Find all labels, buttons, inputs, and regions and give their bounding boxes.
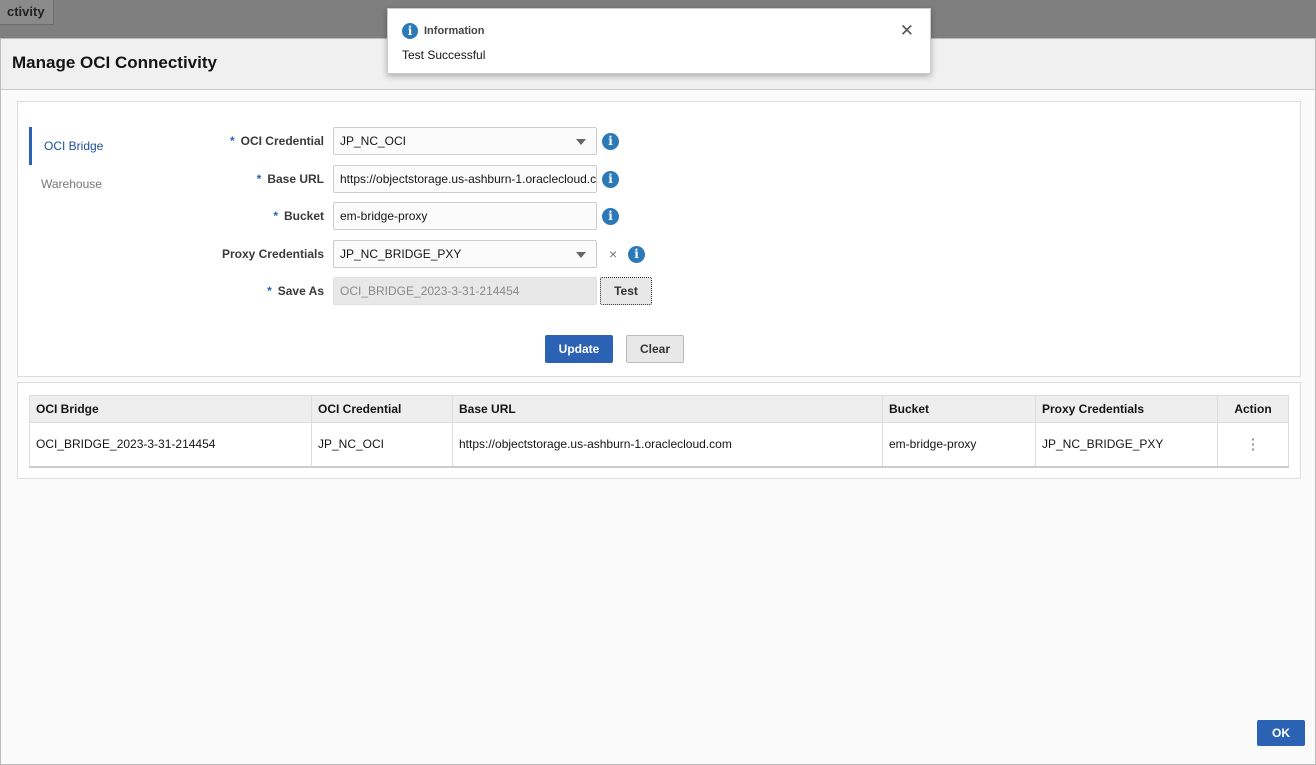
required-marker: * — [229, 134, 235, 148]
info-icon[interactable]: i — [602, 170, 619, 188]
bridges-table-panel: OCI Bridge OCI Credential Base URL Bucke… — [17, 382, 1301, 479]
chevron-down-icon — [576, 139, 586, 145]
column-header[interactable]: Base URL — [452, 395, 883, 423]
clear-icon[interactable]: × — [609, 246, 623, 262]
side-nav: OCI Bridge Warehouse — [29, 127, 115, 203]
test-button[interactable]: Test — [600, 277, 652, 305]
update-button[interactable]: Update — [545, 335, 613, 363]
cell-oci-bridge: OCI_BRIDGE_2023-3-31-214454 — [29, 422, 312, 468]
required-marker: * — [267, 284, 272, 298]
toast-title: Information — [424, 25, 485, 37]
close-icon[interactable]: ✕ — [900, 21, 914, 41]
info-icon: i — [402, 23, 418, 39]
information-toast: i Information Test Successful ✕ — [387, 8, 931, 74]
oci-credential-label: OCI Credential — [240, 134, 324, 148]
column-header[interactable]: OCI Credential — [311, 395, 453, 423]
required-marker: * — [273, 209, 278, 223]
column-header: Action — [1217, 395, 1289, 423]
cell-oci-credential: JP_NC_OCI — [311, 422, 453, 468]
column-header[interactable]: OCI Bridge — [29, 395, 312, 423]
column-header[interactable]: Bucket — [882, 395, 1036, 423]
toast-message: Test Successful — [402, 48, 486, 62]
clear-button[interactable]: Clear — [626, 335, 684, 363]
base-url-row: * Base URL https://objectstorage.us-ashbu… — [198, 165, 619, 193]
base-url-input[interactable]: https://objectstorage.us-ashburn-1.oracl… — [333, 165, 597, 193]
cell-bucket: em-bridge-proxy — [882, 422, 1036, 468]
chevron-down-icon — [576, 252, 586, 258]
proxy-credentials-row: Proxy Credentials JP_NC_BRIDGE_PXY × i — [198, 240, 645, 268]
info-icon[interactable]: i — [602, 132, 619, 150]
nav-item-oci-bridge[interactable]: OCI Bridge — [29, 127, 115, 165]
bucket-row: * Bucket em-bridge-proxy i — [198, 202, 619, 230]
column-header[interactable]: Proxy Credentials — [1035, 395, 1218, 423]
table-row[interactable]: OCI_BRIDGE_2023-3-31-214454 JP_NC_OCI ht… — [29, 422, 1289, 468]
form-panel: OCI Bridge Warehouse * OCI Credential JP_… — [17, 101, 1301, 377]
save-as-label: Save As — [277, 284, 324, 298]
ok-button[interactable]: OK — [1257, 720, 1305, 746]
cell-proxy-credentials: JP_NC_BRIDGE_PXY — [1035, 422, 1218, 468]
base-url-label: Base URL — [267, 172, 324, 186]
bucket-label: Bucket — [283, 209, 324, 223]
proxy-credentials-label: Proxy Credentials — [221, 247, 324, 261]
save-as-input: OCI_BRIDGE_2023-3-31-214454 — [333, 277, 597, 305]
manage-oci-connectivity-dialog: Manage OCI Connectivity OCI Bridge Wareh… — [0, 38, 1316, 765]
more-actions-icon[interactable]: ⋮ — [1217, 422, 1289, 468]
nav-item-warehouse[interactable]: Warehouse — [29, 165, 115, 203]
bucket-input[interactable]: em-bridge-proxy — [333, 202, 597, 230]
oci-credential-row: * OCI Credential JP_NC_OCI i — [198, 127, 619, 155]
oci-credential-select[interactable]: JP_NC_OCI — [333, 127, 597, 155]
background-tab: ctivity — [0, 0, 54, 25]
required-marker: * — [256, 172, 262, 186]
bridges-table: OCI Bridge OCI Credential Base URL Bucke… — [29, 395, 1289, 468]
info-icon[interactable]: i — [628, 245, 645, 263]
proxy-credentials-select[interactable]: JP_NC_BRIDGE_PXY — [333, 240, 597, 268]
save-as-row: * Save As OCI_BRIDGE_2023-3-31-214454 Tes… — [198, 277, 652, 305]
cell-base-url: https://objectstorage.us-ashburn-1.oracl… — [452, 422, 883, 468]
info-icon[interactable]: i — [602, 207, 619, 225]
